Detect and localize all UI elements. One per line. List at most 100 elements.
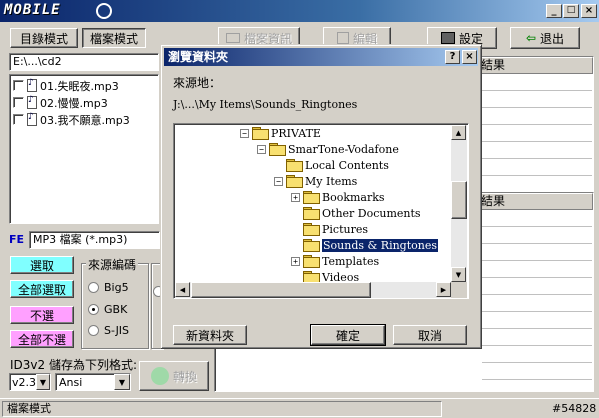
horizontal-scrollbar[interactable]: ◀ ▶ (175, 282, 451, 298)
file-filter-field[interactable]: MP3 檔案 (*.mp3) (29, 231, 160, 249)
hscroll-thumb[interactable] (191, 282, 371, 298)
dialog-close-button[interactable]: × (462, 50, 477, 64)
tree-node[interactable]: Local Contents (274, 157, 389, 173)
chevron-down-icon[interactable]: ▼ (114, 374, 130, 390)
expand-icon[interactable]: + (291, 192, 300, 202)
encoding-big5[interactable]: Big5 (88, 281, 129, 294)
grid-rows (482, 210, 592, 380)
scroll-up-icon[interactable]: ▲ (451, 125, 466, 140)
expand-icon[interactable]: + (291, 256, 300, 266)
folder-icon (303, 191, 320, 204)
folder-icon (303, 255, 320, 268)
folder-icon (303, 207, 320, 220)
select-all-button[interactable]: 全部選取 (10, 280, 74, 298)
select-button[interactable]: 選取 (10, 256, 74, 274)
file-info-icon (225, 33, 240, 43)
list-item[interactable]: 02.慢慢.mp3 (13, 94, 155, 111)
mp3-file-icon (27, 95, 37, 109)
maximize-button[interactable]: □ (563, 4, 579, 18)
deselect-label: 不選 (29, 308, 54, 323)
browse-folder-dialog: 瀏覽資料夾 ? × 來源地： J:\...\My Items\Sounds_Ri… (160, 44, 482, 349)
settings-icon (440, 32, 455, 44)
help-button[interactable]: ? (445, 50, 460, 64)
dir-mode-button[interactable]: 目錄模式 (10, 28, 78, 48)
file-list[interactable]: 01.失眠夜.mp3 02.慢慢.mp3 03.我不願意.mp3 (9, 74, 159, 224)
file-name: 03.我不願意.mp3 (40, 113, 130, 127)
tree-node[interactable]: − PRIVATE (240, 125, 321, 141)
encoding-label: GBK (104, 303, 128, 316)
scroll-right-icon[interactable]: ▶ (436, 282, 451, 297)
app-logo: MOBILE (4, 2, 61, 18)
id3-charset-select[interactable]: Ansi ▼ (55, 373, 131, 391)
radio-icon[interactable] (88, 282, 99, 293)
tree-node[interactable]: Other Documents (291, 205, 421, 221)
encoding-sjis[interactable]: S-JIS (88, 324, 129, 337)
file-checkbox[interactable] (13, 80, 24, 91)
deselect-button[interactable]: 不選 (10, 306, 74, 324)
logo-ring-icon (96, 3, 112, 19)
scroll-corner (451, 282, 467, 298)
mp3-file-icon (27, 78, 37, 92)
file-checkbox[interactable] (13, 97, 24, 108)
exit-button[interactable]: ⇦ 退出 (510, 27, 580, 49)
id3-charset-value: Ansi (59, 375, 83, 389)
list-item[interactable]: 01.失眠夜.mp3 (13, 77, 155, 94)
result-header: 結果 (476, 193, 593, 210)
id3-version-select[interactable]: v2.3 ▼ (9, 373, 51, 391)
minimize-button[interactable]: _ (546, 4, 562, 18)
folder-icon (286, 159, 303, 172)
select-label: 選取 (29, 258, 54, 273)
scroll-thumb[interactable] (451, 181, 467, 219)
edit-icon (336, 32, 349, 44)
tree-node-label: Sounds & Ringtones (322, 238, 439, 252)
deselect-all-label: 全部不選 (17, 332, 66, 347)
tree-node-label: Local Contents (305, 158, 389, 172)
tree-node[interactable]: Sounds & Ringtones (291, 237, 439, 253)
radio-icon[interactable] (88, 325, 99, 336)
tree-node[interactable]: − SmarTone-Vodafone (257, 141, 399, 157)
file-checkbox[interactable] (13, 114, 24, 125)
chevron-down-icon[interactable]: ▼ (36, 374, 50, 390)
collapse-icon[interactable]: − (240, 128, 249, 138)
status-bar: 檔案模式 #54828 (0, 398, 599, 418)
collapse-icon[interactable]: − (257, 144, 266, 154)
tree-node-label: PRIVATE (271, 126, 321, 140)
vertical-scrollbar[interactable]: ▲ ▼ (451, 125, 467, 283)
collapse-icon[interactable]: − (274, 176, 283, 186)
cancel-label: 取消 (417, 328, 442, 343)
path-field[interactable]: E:\...\cd2 (9, 53, 159, 71)
tree-node[interactable]: + Templates (291, 253, 379, 269)
encoding-group-label: 來源編碼 (86, 256, 139, 273)
new-folder-button[interactable]: 新資料夾 (173, 325, 247, 345)
close-button[interactable]: × (581, 4, 597, 18)
folder-tree[interactable]: − PRIVATE − SmarTone-Vodafone Local Contents… (173, 123, 469, 299)
folder-icon (303, 239, 320, 252)
tree-node-label: SmarTone-Vodafone (288, 142, 399, 156)
folder-icon (269, 143, 286, 156)
exit-icon: ⇦ (525, 31, 537, 45)
mp3-file-icon (27, 112, 37, 126)
tree-node-label: Bookmarks (322, 190, 385, 204)
tree-node[interactable]: − My Items (274, 173, 357, 189)
file-mode-label: 檔案模式 (89, 31, 138, 46)
radio-icon[interactable] (88, 304, 99, 315)
status-mode: 檔案模式 (2, 401, 442, 417)
tree-node[interactable]: Pictures (291, 221, 368, 237)
source-label: 來源地： (173, 76, 222, 90)
folder-icon (286, 175, 303, 188)
file-name: 02.慢慢.mp3 (40, 96, 108, 110)
file-mode-button[interactable]: 檔案模式 (82, 28, 146, 48)
ok-label: 確定 (335, 328, 360, 343)
tree-node[interactable]: + Bookmarks (291, 189, 385, 205)
folder-icon (303, 223, 320, 236)
source-path: J:\...\My Items\Sounds_Ringtones (173, 98, 358, 111)
scroll-down-icon[interactable]: ▼ (451, 267, 466, 282)
list-item[interactable]: 03.我不願意.mp3 (13, 111, 155, 128)
ok-button[interactable]: 確定 (310, 324, 386, 346)
scroll-left-icon[interactable]: ◀ (175, 282, 190, 297)
result-header: 結果 (476, 57, 593, 74)
deselect-all-button[interactable]: 全部不選 (10, 330, 74, 348)
encoding-gbk[interactable]: GBK (88, 303, 127, 316)
convert-button[interactable]: 轉換 (139, 361, 209, 391)
cancel-button[interactable]: 取消 (393, 325, 467, 345)
